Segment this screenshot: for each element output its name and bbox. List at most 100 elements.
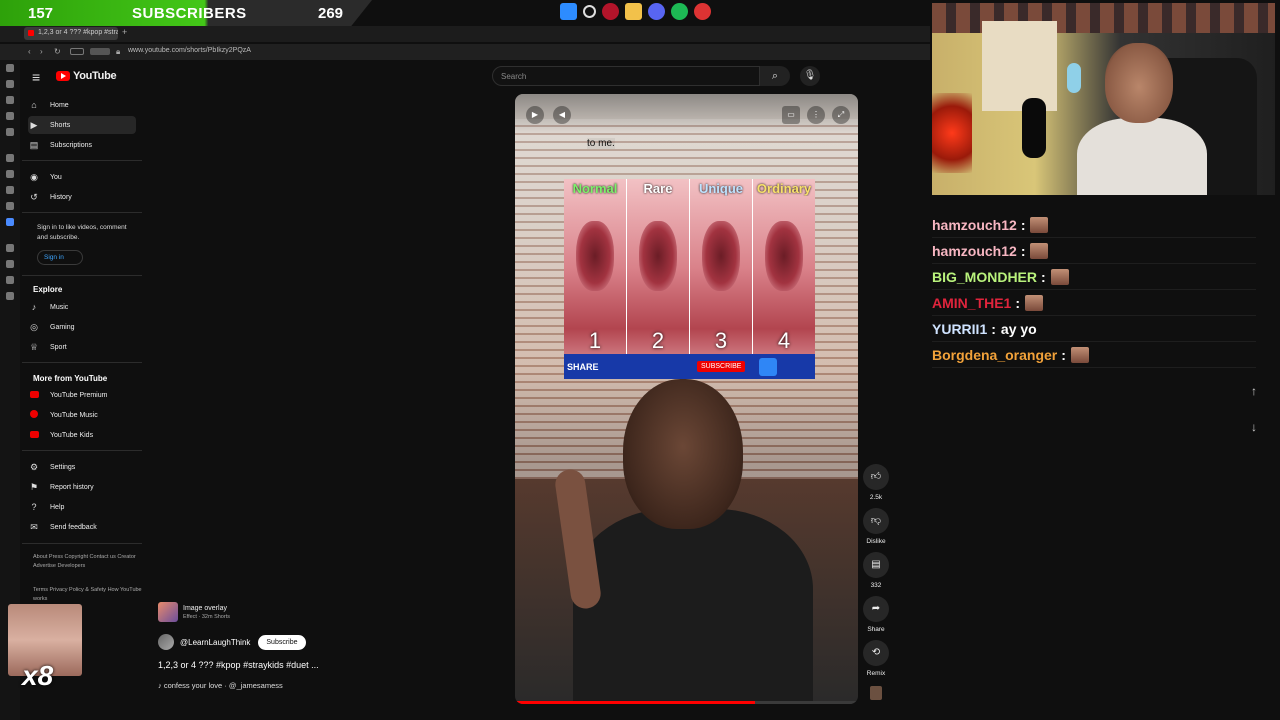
previous-short-button[interactable]: ↑	[1243, 380, 1265, 402]
video-progress-bar[interactable]	[515, 701, 858, 704]
chat-username[interactable]: hamzouch12	[932, 217, 1017, 233]
url-text[interactable]: www.youtube.com/shorts/PbIkzy2PQzA	[128, 47, 251, 54]
captions-icon[interactable]: ▭	[782, 106, 800, 124]
fullscreen-icon[interactable]: ⤢	[832, 106, 850, 124]
rail-app-icon[interactable]	[6, 112, 14, 120]
rail-app-icon[interactable]	[6, 186, 14, 194]
channel-row: @LearnLaughThink Subscribe	[158, 634, 306, 650]
sidebar-item-music[interactable]: ♪ Music	[28, 298, 136, 316]
sidebar-divider	[22, 212, 142, 213]
file-explorer-icon[interactable]	[625, 3, 642, 20]
sidebar-item-feedback[interactable]: ✉ Send feedback	[28, 518, 136, 536]
back-icon[interactable]: ‹	[28, 47, 31, 56]
rail-app-icon[interactable]	[6, 80, 14, 88]
rail-app-icon[interactable]	[6, 260, 14, 268]
shorts-player[interactable]: ▶ ◀ ▭ ⋮ ⤢ to me. Normal 1 Rare 2 Unique …	[515, 94, 858, 704]
rail-app-icon[interactable]	[6, 64, 14, 72]
effect-chip[interactable]: Image overlay Effect · 32m Shorts	[158, 602, 230, 622]
sidebar-item-sport[interactable]: ♕ Sport	[28, 338, 136, 356]
rail-app-icon[interactable]	[6, 244, 14, 252]
mouth-image	[702, 221, 740, 291]
rail-app-icon[interactable]	[6, 276, 14, 284]
sidebar-item-kids[interactable]: YouTube Kids	[28, 426, 136, 444]
remix-icon[interactable]: ⟲	[863, 640, 889, 666]
sidebar-item-home[interactable]: ⌂ Home	[28, 96, 136, 114]
rail-app-icon[interactable]	[6, 170, 14, 178]
sidebar-item-label: Help	[50, 503, 65, 511]
opera-browser-icon[interactable]	[602, 3, 619, 20]
reload-icon[interactable]: ↻	[54, 47, 61, 56]
sidebar-item-settings[interactable]: ⚙ Settings	[28, 458, 136, 476]
webcam-red-lights	[932, 93, 972, 173]
spotify-icon[interactable]	[671, 3, 688, 20]
sidebar-item-music-app[interactable]: YouTube Music	[28, 406, 136, 424]
comment-action[interactable]: ▤ 332	[862, 552, 890, 589]
sidebar-item-shorts[interactable]: ▶ Shorts	[28, 116, 136, 134]
play-icon[interactable]: ▶	[526, 106, 544, 124]
sidebar-item-help[interactable]: ? Help	[28, 498, 136, 516]
youtube-play-icon	[56, 71, 70, 81]
share-action[interactable]: ➦ Share	[862, 596, 890, 633]
thumbs-down-icon[interactable]: 👎︎	[863, 508, 889, 534]
progress-fill	[515, 701, 756, 704]
remix-action[interactable]: ⟲ Remix	[862, 640, 890, 677]
sidebar-item-premium[interactable]: YouTube Premium	[28, 386, 136, 404]
chat-username[interactable]: AMIN_THE1	[932, 295, 1011, 311]
forward-icon[interactable]: ›	[40, 47, 43, 56]
dislike-action[interactable]: 👎︎ Dislike	[862, 508, 890, 545]
chat-username[interactable]: hamzouch12	[932, 243, 1017, 259]
hamburger-menu-icon[interactable]: ≡	[32, 69, 40, 85]
like-action[interactable]: 👍︎ 2.5k	[862, 464, 890, 501]
chat-username[interactable]: YURRII1	[932, 321, 987, 337]
rail-app-icon[interactable]	[6, 292, 14, 300]
you-icon: ◉	[30, 171, 38, 182]
browser-tab[interactable]: 1,2,3 or 4 ??? #kpop #strayki	[24, 27, 118, 40]
sidebar-item-you[interactable]: ◉ You	[28, 168, 136, 186]
chat-username[interactable]: Borgdena_oranger	[932, 347, 1057, 363]
sidebar-item-label: Sport	[50, 343, 67, 351]
effect-thumbnail	[158, 602, 178, 622]
taskbar-search-icon[interactable]	[583, 5, 596, 18]
share-icon[interactable]: ➦	[863, 596, 889, 622]
sidebar-footer-links[interactable]: About Press Copyright Contact us Creator…	[33, 553, 143, 571]
rail-app-icon[interactable]	[6, 154, 14, 162]
audio-thumbnail[interactable]	[870, 686, 882, 700]
rail-app-icon[interactable]	[6, 128, 14, 136]
channel-avatar[interactable]	[158, 634, 174, 650]
rail-app-icon[interactable]	[6, 218, 14, 226]
music-credit[interactable]: ♪ confess your love · @_jamesamess	[158, 681, 283, 690]
sidebar-item-subscriptions[interactable]: ▤ Subscriptions	[28, 136, 136, 154]
sidebar-item-label: Gaming	[50, 323, 75, 331]
search-input[interactable]: Search	[492, 66, 760, 86]
effect-title: Image overlay	[183, 604, 227, 612]
comment-icon[interactable]: ▤	[863, 552, 889, 578]
trophy-icon: ♕	[29, 341, 39, 352]
rail-app-icon[interactable]	[6, 96, 14, 104]
channel-name[interactable]: @LearnLaughThink	[180, 638, 250, 647]
sidebar-item-gaming[interactable]: ◎ Gaming	[28, 318, 136, 336]
youtube-logo[interactable]: YouTube	[56, 70, 117, 82]
windows-start-icon[interactable]	[560, 3, 577, 20]
vpn-badge-icon[interactable]	[70, 48, 84, 55]
subscribe-button[interactable]: Subscribe	[258, 634, 306, 650]
chat-username[interactable]: BIG_MONDHER	[932, 269, 1037, 285]
share-text: SHARE	[567, 361, 599, 372]
voice-search-button[interactable]: 🎙︎	[800, 66, 820, 86]
volume-icon[interactable]: ◀	[553, 106, 571, 124]
more-options-icon[interactable]: ⋮	[807, 106, 825, 124]
home-icon: ⌂	[31, 100, 37, 110]
sidebar-item-history[interactable]: ↺ History	[28, 188, 136, 206]
streamer-face	[1105, 43, 1173, 123]
thumbs-up-icon[interactable]: 👍︎	[863, 464, 889, 490]
new-tab-icon[interactable]: +	[122, 27, 127, 37]
sidebar-item-report-history[interactable]: ⚑ Report history	[28, 478, 136, 496]
stream-app-icon[interactable]	[694, 3, 711, 20]
sidebar-item-label: YouTube Premium	[50, 391, 108, 399]
next-short-button[interactable]: ↓	[1243, 416, 1265, 438]
sidebar-footer-links[interactable]: Terms Privacy Policy & Safety How YouTub…	[33, 586, 143, 604]
video-title[interactable]: 1,2,3 or 4 ??? #kpop #straykids #duet ..…	[158, 660, 319, 670]
search-button[interactable]: ⌕	[760, 66, 790, 86]
discord-icon[interactable]	[648, 3, 665, 20]
rail-app-icon[interactable]	[6, 202, 14, 210]
sign-in-button[interactable]: Sign in	[37, 250, 83, 265]
